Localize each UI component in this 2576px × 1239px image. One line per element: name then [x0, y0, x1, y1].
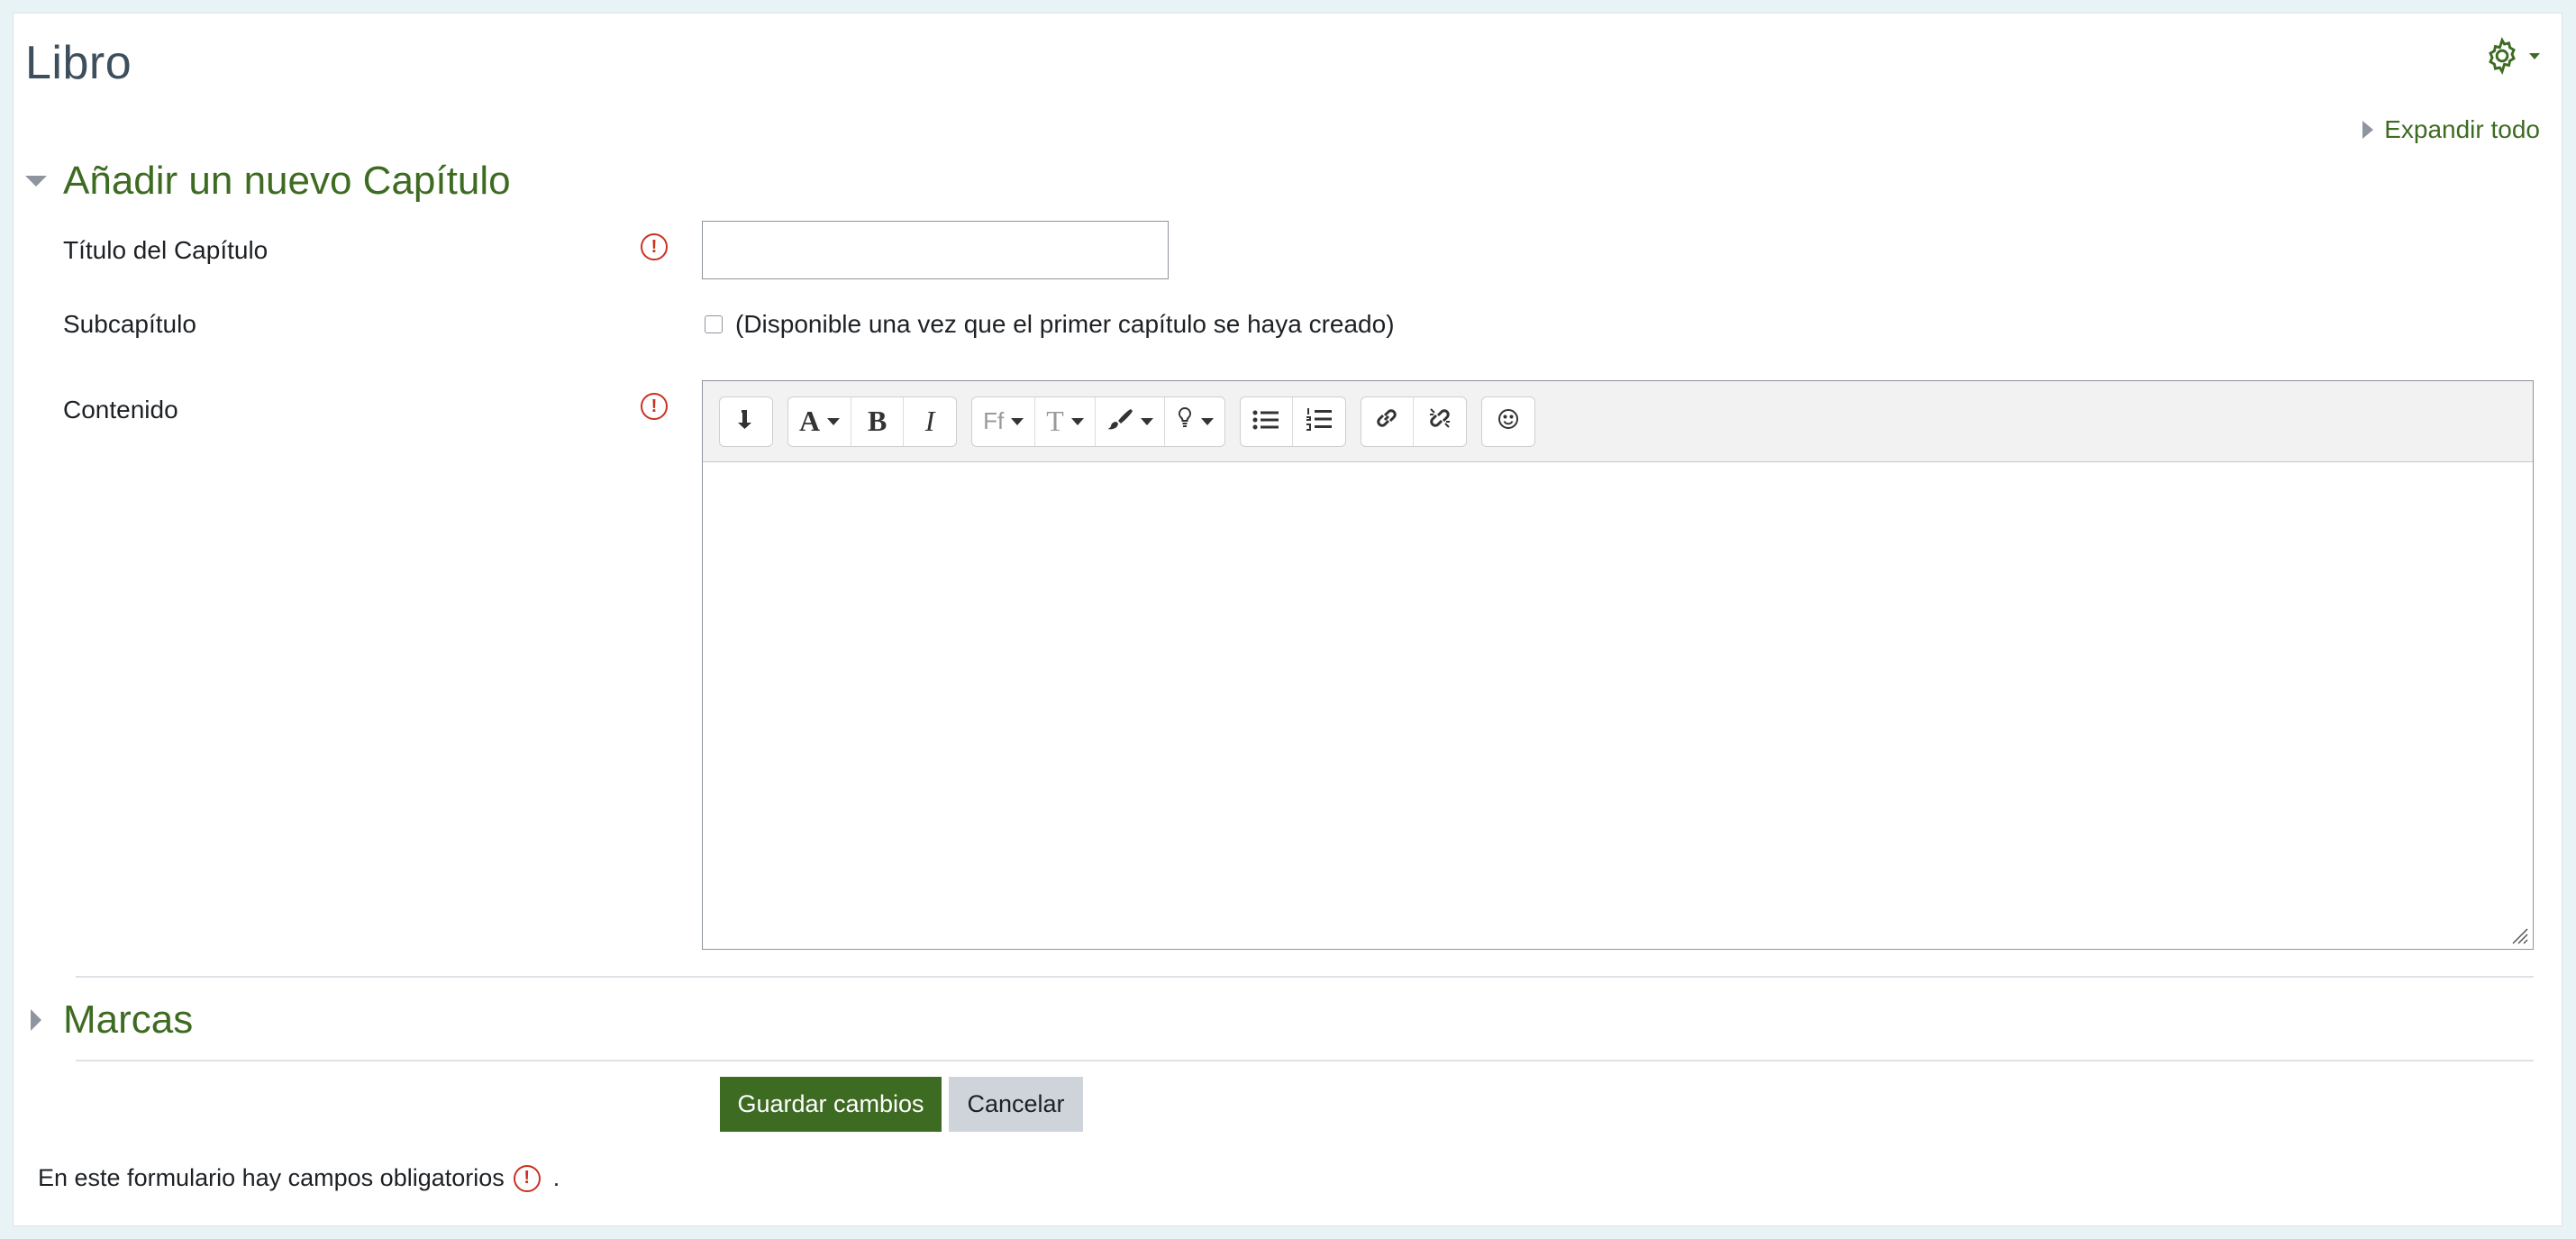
show-more-buttons[interactable]: [720, 397, 772, 446]
content-label: Contenido: [63, 396, 178, 424]
ordered-list-button[interactable]: [1293, 397, 1345, 446]
required-note-text: En este formulario hay campos obligatori…: [38, 1164, 505, 1191]
toolbar-group-emoji: [1480, 396, 1535, 447]
section-title-new-chapter: Añadir un nuevo Capítulo: [63, 159, 511, 203]
toolbar-group-links: [1360, 396, 1467, 447]
section-divider: [76, 1060, 2534, 1061]
settings-menu-button[interactable]: [2482, 34, 2540, 77]
font-family-button[interactable]: Ff: [972, 396, 1036, 446]
subchapter-label: Subcapítulo: [63, 310, 196, 338]
toolbar-group-font: Ff T: [971, 396, 1225, 447]
required-note-suffix: .: [552, 1164, 560, 1191]
gear-icon: [2482, 36, 2522, 76]
caret-right-icon: [31, 1009, 41, 1031]
chapter-title-input[interactable]: [702, 221, 1169, 279]
section-title-tags: Marcas: [63, 998, 194, 1042]
numbered-list-icon: [1306, 405, 1333, 438]
font-size-button[interactable]: T: [1035, 396, 1096, 446]
expand-all-link[interactable]: Expandir todo: [2362, 115, 2540, 144]
italic-glyph: I: [924, 405, 935, 437]
toolbar-group-collapse: [719, 396, 773, 447]
paintbrush-icon: [1106, 405, 1133, 438]
caret-down-icon: [827, 417, 841, 425]
text-highlight-button[interactable]: [1096, 396, 1165, 446]
subchapter-checkbox[interactable]: [705, 315, 723, 333]
font-color-glyph: A: [799, 405, 821, 437]
unlink-icon: [1427, 405, 1452, 438]
section-divider: [76, 976, 2534, 978]
toolbar-group-lists: [1239, 396, 1346, 447]
content-editor: A B I Ff T: [702, 380, 2534, 950]
font-family-glyph: Ff: [983, 407, 1005, 434]
content-editable-area[interactable]: [703, 462, 2533, 949]
font-size-glyph: T: [1046, 405, 1064, 437]
cancel-button[interactable]: Cancelar: [949, 1077, 1083, 1132]
resize-handle-icon[interactable]: [2508, 924, 2529, 945]
font-color-button[interactable]: A: [788, 396, 852, 446]
emoji-button[interactable]: [1482, 397, 1534, 446]
save-button[interactable]: Guardar cambios: [720, 1077, 942, 1132]
expand-all-label: Expandir todo: [2384, 115, 2540, 143]
section-toggle-tags[interactable]: Marcas: [25, 998, 193, 1043]
bold-glyph: B: [867, 405, 887, 437]
unlink-button[interactable]: [1414, 397, 1466, 446]
editor-toolbar: A B I Ff T: [703, 381, 2533, 462]
collapse-arrow-icon: [736, 405, 756, 438]
section-toggle-new-chapter[interactable]: Añadir un nuevo Capítulo: [25, 159, 511, 204]
bold-button[interactable]: B: [851, 396, 905, 446]
caret-right-icon: [2362, 121, 2374, 139]
insert-link-button[interactable]: [1361, 396, 1414, 446]
caret-down-icon: [1011, 417, 1024, 425]
bullet-list-icon: [1252, 405, 1279, 438]
chapter-title-label: Título del Capítulo: [63, 236, 269, 264]
toolbar-group-style: A B I: [787, 396, 958, 447]
required-icon: !: [641, 233, 668, 260]
caret-down-icon: [1070, 417, 1084, 425]
subchapter-checkbox-label: (Disponible una vez que el primer capítu…: [735, 310, 1395, 338]
required-icon: !: [641, 393, 668, 420]
caret-down-icon: [1200, 417, 1214, 425]
unordered-list-button[interactable]: [1241, 396, 1293, 446]
chevron-down-icon: [2529, 52, 2540, 59]
page-title: Libro: [25, 37, 132, 89]
caret-down-icon: [1140, 417, 1153, 425]
italic-button[interactable]: I: [904, 397, 956, 446]
caret-down-icon: [25, 176, 47, 187]
required-fields-note: En este formulario hay campos obligatori…: [38, 1164, 560, 1192]
smiley-icon: [1497, 405, 1520, 438]
lightbulb-icon: [1176, 405, 1194, 438]
link-icon: [1374, 405, 1399, 438]
required-icon: !: [513, 1164, 541, 1192]
accessibility-button[interactable]: [1165, 397, 1224, 446]
